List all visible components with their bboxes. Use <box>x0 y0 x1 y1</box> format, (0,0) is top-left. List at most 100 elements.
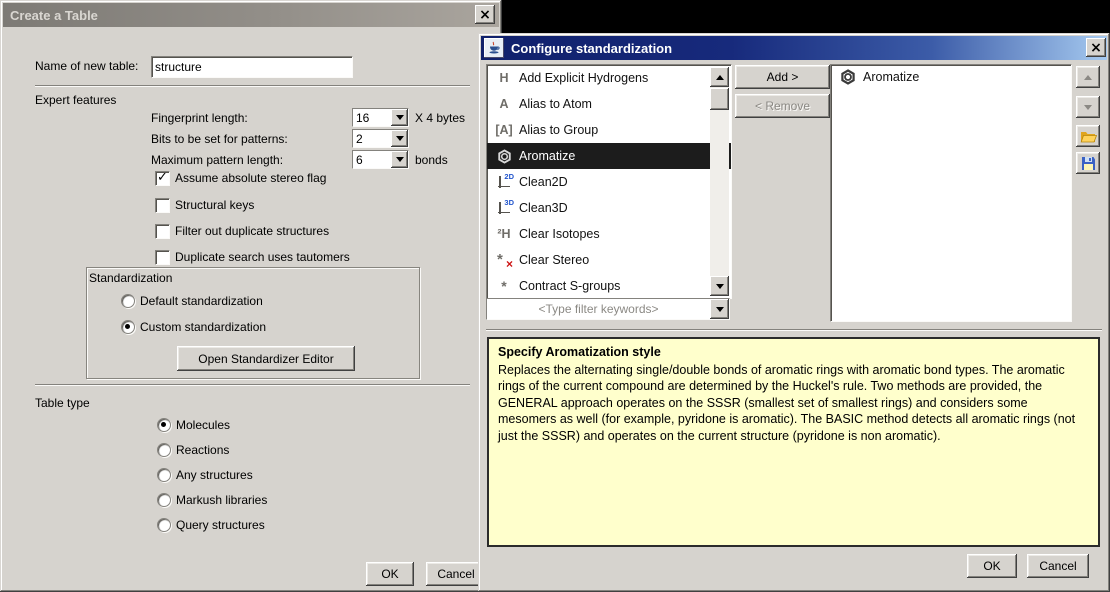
clean2d-icon: 2D <box>493 175 515 189</box>
cancel-label: Cancel <box>1039 559 1076 573</box>
list-item[interactable]: 3D Clean3D <box>487 195 731 221</box>
chevron-down-icon[interactable] <box>710 299 729 319</box>
table-name-input[interactable]: structure <box>151 56 353 78</box>
desktop: Create a Table × Name of new table: stru… <box>0 0 1110 592</box>
available-actions-list[interactable]: H Add Explicit Hydrogens A Alias to Atom… <box>486 64 732 299</box>
list-item[interactable]: H Add Explicit Hydrogens <box>487 65 731 91</box>
dialog-title: Create a Table <box>10 8 98 23</box>
list-item[interactable]: ²H Clear Isotopes <box>487 221 731 247</box>
scrollbar[interactable] <box>710 67 729 296</box>
list-item[interactable]: * Clear Stereo <box>487 247 731 273</box>
add-button[interactable]: Add > <box>735 65 830 89</box>
divider <box>35 384 470 386</box>
list-item[interactable]: A Alias to Atom <box>487 91 731 117</box>
contract-s-groups-icon: * <box>493 278 515 294</box>
list-item[interactable]: * Contract S-groups <box>487 273 731 299</box>
info-title: Specify Aromatization style <box>498 344 1089 361</box>
alias-to-atom-icon: A <box>493 97 515 111</box>
open-standardizer-editor-button[interactable]: Open Standardizer Editor <box>177 346 355 371</box>
save-icon[interactable] <box>1076 152 1100 174</box>
remove-label: < Remove <box>755 99 810 113</box>
scrollbar-thumb[interactable] <box>710 88 729 110</box>
custom-standardization-label: Custom standardization <box>140 320 266 334</box>
selected-actions-list[interactable]: Aromatize <box>830 64 1072 322</box>
chevron-down-icon[interactable] <box>391 109 408 126</box>
scroll-down-icon[interactable] <box>710 276 729 296</box>
default-standardization-radio[interactable] <box>121 294 135 308</box>
create-table-titlebar[interactable]: Create a Table <box>3 3 499 27</box>
max-pattern-value: 6 <box>353 151 391 168</box>
reactions-label: Reactions <box>176 443 229 457</box>
info-panel: Specify Aromatization style Replaces the… <box>487 337 1100 547</box>
list-item[interactable]: 2D Clean2D <box>487 169 731 195</box>
add-label: Add > <box>767 70 799 84</box>
fingerprint-length-value: 16 <box>353 109 391 126</box>
list-item-label: Clean2D <box>519 175 568 189</box>
any-structures-label: Any structures <box>176 468 253 482</box>
filter-keywords-combo[interactable]: <Type filter keywords> <box>486 298 730 320</box>
molecules-label: Molecules <box>176 418 230 432</box>
chevron-down-icon[interactable] <box>391 130 408 147</box>
info-body: Replaces the alternating single/double b… <box>498 362 1089 445</box>
reactions-radio[interactable] <box>157 443 171 457</box>
structural-keys-checkbox[interactable]: ✓ <box>155 198 170 213</box>
ok-button[interactable]: OK <box>967 554 1017 578</box>
filter-duplicates-checkbox[interactable]: ✓ <box>155 224 170 239</box>
fingerprint-length-suffix: X 4 bytes <box>415 111 465 125</box>
list-item-label: Aromatize <box>519 149 575 163</box>
assume-absolute-stereo-label: Assume absolute stereo flag <box>175 171 326 185</box>
max-pattern-suffix: bonds <box>415 153 448 167</box>
fingerprint-length-label: Fingerprint length: <box>151 111 248 125</box>
cancel-label: Cancel <box>437 567 474 581</box>
list-item[interactable]: Aromatize <box>831 65 1071 89</box>
ok-button[interactable]: OK <box>366 562 414 586</box>
dialog-title: Configure standardization <box>511 41 672 56</box>
move-down-icon[interactable] <box>1076 96 1100 118</box>
bits-patterns-combo[interactable]: 2 <box>352 129 409 148</box>
list-item-label: Contract S-groups <box>519 279 620 293</box>
divider <box>35 85 470 87</box>
aromatize-icon <box>493 149 515 164</box>
bits-patterns-value: 2 <box>353 130 391 147</box>
name-of-new-table-label: Name of new table: <box>35 59 138 73</box>
markush-libraries-label: Markush libraries <box>176 493 267 507</box>
custom-standardization-radio[interactable] <box>121 320 135 334</box>
open-standardizer-editor-label: Open Standardizer Editor <box>198 352 333 366</box>
assume-absolute-stereo-checkbox[interactable]: ✓ <box>155 171 170 186</box>
ok-label: OK <box>381 567 398 581</box>
bits-patterns-label: Bits to be set for patterns: <box>151 132 288 146</box>
max-pattern-combo[interactable]: 6 <box>352 150 409 169</box>
query-structures-label: Query structures <box>176 518 265 532</box>
add-explicit-hydrogens-icon: H <box>493 71 515 85</box>
fingerprint-length-combo[interactable]: 16 <box>352 108 409 127</box>
query-structures-radio[interactable] <box>157 518 171 532</box>
molecules-radio[interactable] <box>157 418 171 432</box>
cancel-button[interactable]: Cancel <box>1027 554 1089 578</box>
remove-button[interactable]: < Remove <box>735 94 830 118</box>
markush-libraries-radio[interactable] <box>157 493 171 507</box>
filter-placeholder: <Type filter keywords> <box>487 299 710 319</box>
list-item-label: Clean3D <box>519 201 568 215</box>
any-structures-radio[interactable] <box>157 468 171 482</box>
scroll-up-icon[interactable] <box>710 67 729 87</box>
close-icon[interactable]: × <box>475 5 495 24</box>
max-pattern-label: Maximum pattern length: <box>151 153 283 167</box>
cancel-button[interactable]: Cancel <box>426 562 486 586</box>
structural-keys-label: Structural keys <box>175 198 254 212</box>
move-up-icon[interactable] <box>1076 66 1100 88</box>
ok-label: OK <box>983 559 1000 573</box>
list-item-label: Aromatize <box>863 70 919 84</box>
alias-to-group-icon: [A] <box>493 123 515 137</box>
chevron-down-icon[interactable] <box>391 151 408 168</box>
table-type-label: Table type <box>35 396 90 410</box>
list-item[interactable]: Aromatize <box>487 143 731 169</box>
duplicate-tautomers-checkbox[interactable]: ✓ <box>155 250 170 265</box>
close-icon[interactable]: × <box>1086 38 1106 57</box>
table-name-value: structure <box>155 60 202 74</box>
divider <box>486 329 1102 331</box>
open-folder-icon[interactable] <box>1076 125 1100 147</box>
list-item[interactable]: [A] Alias to Group <box>487 117 731 143</box>
list-item-label: Alias to Atom <box>519 97 592 111</box>
configure-standardization-titlebar[interactable]: Configure standardization <box>481 36 1107 60</box>
clear-isotopes-icon: ²H <box>493 227 515 241</box>
